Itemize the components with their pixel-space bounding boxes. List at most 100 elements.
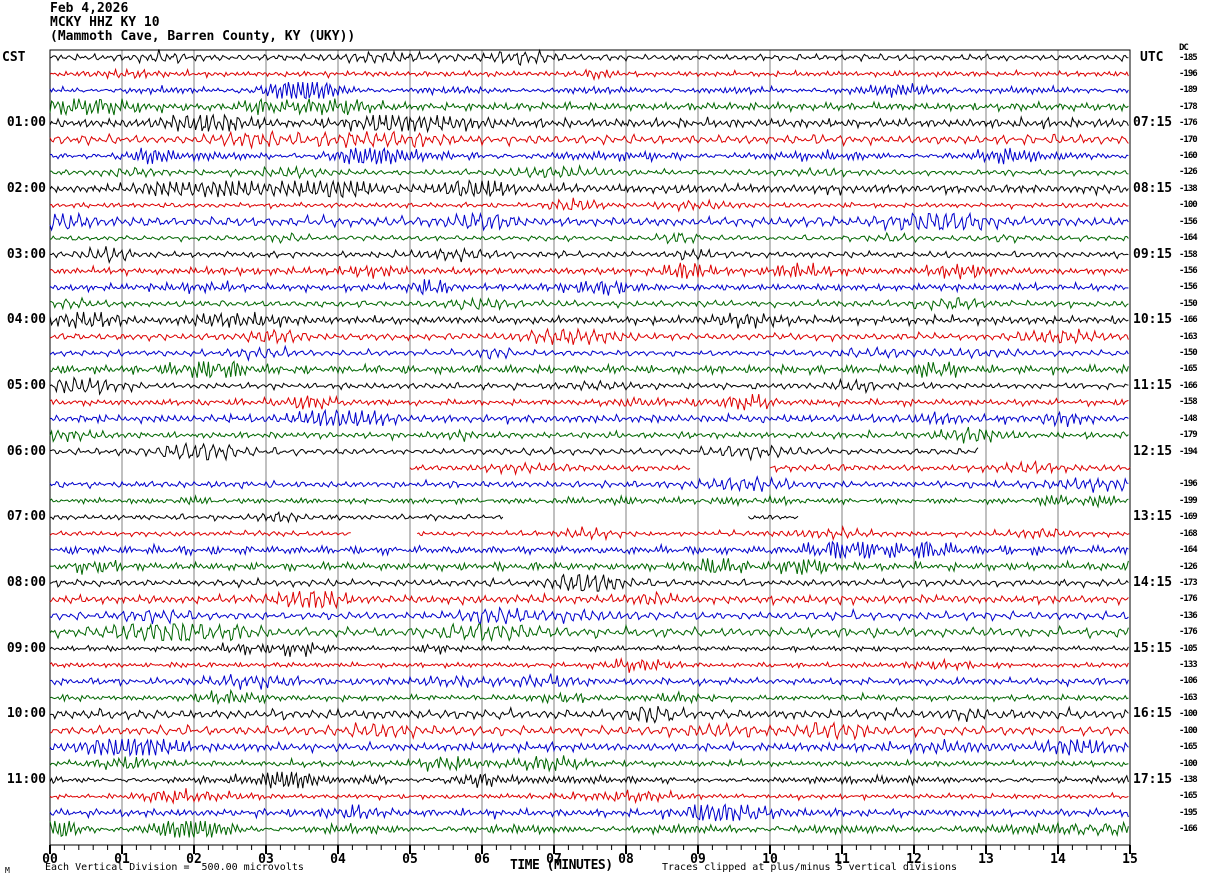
dc-offset-value: -158 <box>1179 397 1198 408</box>
dc-offset-value: -136 <box>1179 610 1198 621</box>
trace-row-31 <box>49 540 1129 560</box>
dc-offset-value: -105 <box>1179 643 1198 654</box>
dc-offset-value: -166 <box>1179 824 1198 835</box>
trace-row-33 <box>49 573 1129 592</box>
trace-row-35 <box>49 606 1129 625</box>
dc-offset-value: -156 <box>1179 282 1198 293</box>
trace-row-1 <box>49 48 1129 66</box>
x-tick-label: 13 <box>978 852 994 867</box>
left-hour-label: 06:00 <box>6 443 46 459</box>
trace-row-11 <box>49 211 1129 232</box>
left-hour-label: 11:00 <box>6 771 46 787</box>
right-hour-label: 09:15 <box>1133 246 1173 262</box>
trace-row-26 <box>409 461 691 476</box>
trace-row-29 <box>49 511 504 524</box>
dc-offset-value: -156 <box>1179 265 1198 276</box>
trace-row-37 <box>49 642 1129 657</box>
dc-offset-value: -199 <box>1179 495 1198 506</box>
dc-offset-value: -173 <box>1179 577 1198 588</box>
trace-row-15 <box>49 279 1129 296</box>
x-tick-label: 15 <box>1122 852 1138 867</box>
dc-offset-value: -164 <box>1179 545 1198 556</box>
trace-row-19 <box>49 344 1129 362</box>
right-hour-label: 16:15 <box>1133 706 1173 722</box>
left-hour-label: 02:00 <box>6 180 46 196</box>
trace-row-22 <box>49 394 1129 411</box>
dc-offset-value: -176 <box>1179 594 1198 605</box>
trace-row-23 <box>49 408 1129 428</box>
trace-row-4 <box>49 97 1129 117</box>
seismogram-plot <box>49 48 1131 854</box>
dc-offset-value: -164 <box>1179 233 1198 244</box>
trace-row-46 <box>49 788 1129 805</box>
trace-row-24 <box>49 426 1129 444</box>
dc-offset-value: -100 <box>1179 709 1198 720</box>
dc-offset-value: -163 <box>1179 692 1198 703</box>
right-hour-label: 08:15 <box>1133 180 1173 196</box>
dc-offset-value: -169 <box>1179 512 1198 523</box>
dc-offset-value: -166 <box>1179 380 1198 391</box>
right-hour-label: 10:15 <box>1133 312 1173 328</box>
trace-row-9 <box>49 179 1129 199</box>
dc-offset-value: -196 <box>1179 68 1198 79</box>
trace-row-43 <box>49 738 1129 757</box>
dc-offset-value: -106 <box>1179 676 1198 687</box>
dc-offset-value: -160 <box>1179 151 1198 162</box>
dc-offset-value: -170 <box>1179 134 1198 145</box>
trace-row-12 <box>49 231 1129 245</box>
dc-offset-value: -195 <box>1179 807 1198 818</box>
right-hour-label: 14:15 <box>1133 574 1173 590</box>
trace-row-45 <box>49 771 1129 789</box>
left-hour-label: 09:00 <box>6 640 46 656</box>
trace-row-39 <box>49 673 1129 690</box>
dc-offset-value: -138 <box>1179 774 1198 785</box>
dc-offset-value: -165 <box>1179 742 1198 753</box>
trace-row-30 <box>416 525 1130 542</box>
left-hour-label: 03:00 <box>6 246 46 262</box>
dc-offset-value: -126 <box>1179 561 1198 572</box>
x-tick-label: 04 <box>330 852 346 867</box>
right-hour-label: 12:15 <box>1133 443 1173 459</box>
corner-mark: M <box>5 866 10 875</box>
trace-row-3 <box>49 81 1129 100</box>
left-hour-label: 01:00 <box>6 115 46 131</box>
trace-row-14 <box>49 262 1129 280</box>
trace-row-34 <box>49 590 1129 610</box>
dc-offset-value: -166 <box>1179 315 1198 326</box>
trace-row-47 <box>49 803 1129 822</box>
trace-row-28 <box>49 493 1129 509</box>
x-tick-label: 08 <box>618 852 634 867</box>
trace-row-32 <box>50 558 1129 575</box>
dc-offset-value: -165 <box>1179 364 1198 375</box>
dc-offset-value: -179 <box>1179 430 1198 441</box>
trace-row-13 <box>49 245 1129 265</box>
dc-offset-value: -165 <box>1179 791 1198 802</box>
trace-row-8 <box>49 164 1129 180</box>
trace-row-25 <box>49 441 979 462</box>
left-hour-label: 10:00 <box>6 706 46 722</box>
trace-row-30 <box>49 529 351 538</box>
right-hour-label: 07:15 <box>1133 115 1173 131</box>
clipping-note: Traces clipped at plus/minus 5 vertical … <box>662 862 958 873</box>
dc-offset-value: -176 <box>1179 627 1198 638</box>
x-tick-label: 14 <box>1050 852 1066 867</box>
trace-row-36 <box>49 622 1129 643</box>
trace-row-48 <box>49 820 1129 838</box>
left-hour-label: 05:00 <box>6 377 46 393</box>
trace-row-21 <box>49 376 1129 396</box>
dc-offset-value: -196 <box>1179 479 1198 490</box>
dc-offset-value: -150 <box>1179 298 1198 309</box>
dc-offset-value: -138 <box>1179 183 1198 194</box>
dc-offset-value: -163 <box>1179 331 1198 342</box>
trace-row-44 <box>49 755 1129 773</box>
helicorder-page: Feb 4,2026 MCKY HHZ KY 10 (Mammoth Cave,… <box>0 0 1210 886</box>
left-hour-label: 04:00 <box>6 312 46 328</box>
right-hour-label: 13:15 <box>1133 509 1173 525</box>
trace-row-42 <box>49 721 1129 741</box>
dc-offset-value: -178 <box>1179 101 1198 112</box>
dc-offset-value: -150 <box>1179 348 1198 359</box>
dc-offset-value: -156 <box>1179 216 1198 227</box>
vertical-scale-note: Each Vertical Division = 500.00 microvol… <box>45 862 304 873</box>
trace-row-18 <box>49 327 1129 345</box>
left-hour-label: 07:00 <box>6 509 46 525</box>
